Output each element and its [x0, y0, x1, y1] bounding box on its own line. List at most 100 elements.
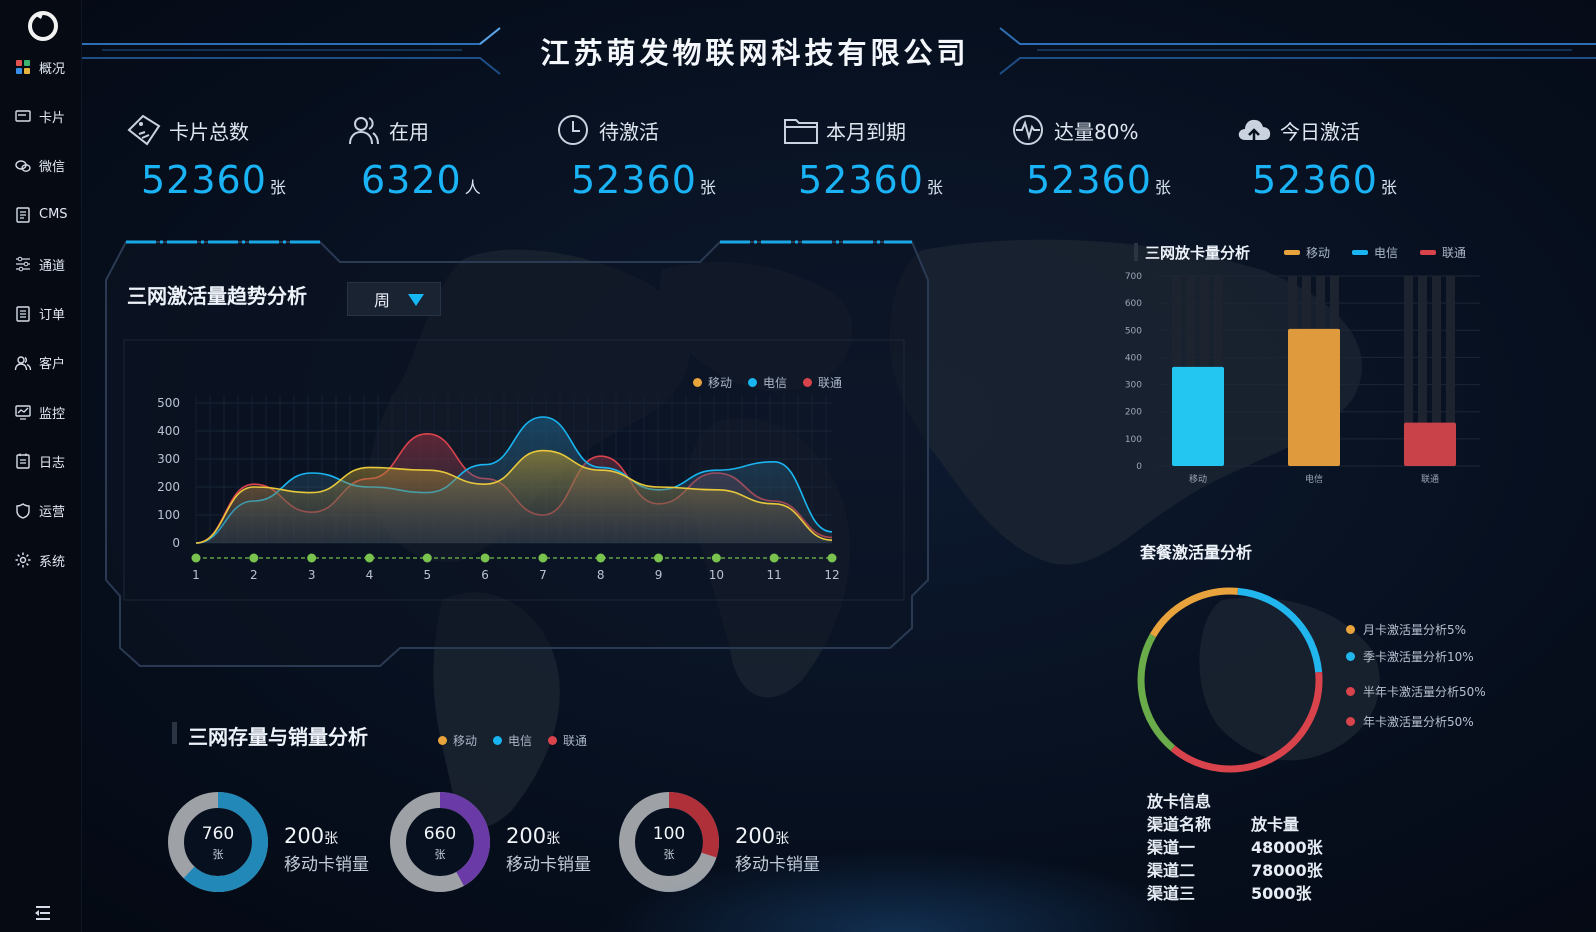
stat-value: 52360: [571, 158, 697, 202]
donut-center-value: 660: [423, 824, 457, 844]
stat-value-row: 52360 张: [1026, 158, 1210, 202]
stock-legend-mobile: 移动: [453, 734, 478, 748]
stat-unit: 人: [464, 178, 482, 197]
donut-value-row: 200张: [735, 824, 820, 848]
sidebar-item[interactable]: 卡片: [0, 101, 82, 131]
order-icon: [16, 305, 30, 322]
bar-legend-telecom: 电信: [1374, 246, 1399, 260]
sidebar-item[interactable]: 微信: [0, 151, 82, 181]
shield-icon: [16, 502, 30, 519]
bar-legend-unicom: 联通: [1442, 246, 1467, 260]
bar-panel-marker: [1134, 243, 1138, 261]
dashboard: 概况卡片微信 CMS 通道订单客户监控日志运营系统 江苏萌发物联网科技有限公司 卡片…: [0, 0, 1596, 932]
sidebar-item-label: 微信: [39, 160, 66, 176]
y-tick-label: 500: [1125, 326, 1142, 336]
y-tick-label: 600: [1125, 299, 1142, 309]
legend-dot: [1346, 652, 1355, 661]
sidebar-item[interactable]: 概况: [0, 52, 82, 82]
stat-header: 达量80%: [1010, 112, 1210, 148]
y-tick-label: 300: [1125, 381, 1142, 391]
legend-telecom: 电信: [763, 376, 788, 390]
document-icon: [16, 207, 30, 223]
sidebar-item[interactable]: 日志: [0, 446, 82, 476]
users-icon: [349, 117, 379, 145]
x-tick-label: 4: [366, 568, 374, 582]
x-tick-label: 3: [308, 568, 316, 582]
x-axis-dot: [364, 553, 374, 563]
stat-value-row: 52360 张: [571, 158, 755, 202]
bar-legend-mobile: 移动: [1306, 246, 1331, 260]
pie-legend-item: 季卡激活量分析10%: [1346, 648, 1474, 665]
x-axis-dot: [422, 553, 432, 563]
sidebar: 概况卡片微信 CMS 通道订单客户监控日志运营系统: [0, 0, 82, 932]
y-tick-label: 400: [1125, 353, 1142, 363]
stat-header: 本月到期: [782, 112, 982, 148]
pie-legend-label: 年卡激活量分析50%: [1363, 715, 1474, 729]
ring-segment: [1237, 587, 1323, 673]
sidebar-item[interactable]: 监控: [0, 397, 82, 427]
card-info-header: 渠道名称 放卡量: [1147, 813, 1323, 836]
stat-card: 今日激活 52360 张: [1236, 112, 1436, 202]
x-axis-dot: [769, 553, 779, 563]
clock-icon: [558, 115, 588, 145]
sidebar-item[interactable]: 通道: [0, 249, 82, 279]
channel-amount: 78000张: [1251, 861, 1323, 880]
card-info-title: 放卡信息: [1147, 792, 1212, 811]
sidebar-item[interactable]: 系统: [0, 545, 82, 575]
stat-value-row: 6320 人: [361, 158, 545, 202]
sidebar-item-label: 概况: [39, 61, 66, 77]
donut-unit: 张: [546, 831, 561, 847]
x-tick-label: 8: [597, 568, 605, 582]
y-tick-label: 200: [157, 480, 180, 494]
monitor-icon: [15, 405, 31, 420]
pie-legend-label: 月卡激活量分析5%: [1363, 623, 1467, 637]
stat-label: 达量80%: [1054, 119, 1139, 144]
cloud-upload-icon: [1238, 119, 1271, 144]
x-axis-dot: [249, 553, 259, 563]
x-tick-label: 移动: [1189, 473, 1207, 485]
page-title: 江苏萌发物联网科技有限公司: [540, 36, 970, 70]
period-select[interactable]: 周: [347, 282, 441, 316]
stat-header: 在用: [345, 112, 545, 148]
y-tick-label: 500: [157, 396, 180, 410]
stat-header: 今日激活: [1236, 112, 1436, 148]
menu-collapse-icon[interactable]: [34, 905, 52, 921]
stock-panel-marker: [172, 722, 177, 744]
pie-legend-label: 半年卡激活量分析50%: [1363, 685, 1486, 699]
donut-unit: 张: [324, 831, 339, 847]
stat-label: 今日激活: [1280, 119, 1360, 144]
stat-value: 52360: [1252, 158, 1378, 202]
channel-amount: 5000张: [1251, 884, 1312, 903]
sidebar-item[interactable]: CMS: [0, 200, 82, 230]
stat-header: 卡片总数: [125, 112, 325, 148]
bar-panel-title: 三网放卡量分析: [1145, 244, 1251, 262]
folder-icon: [784, 119, 818, 144]
grid-icon: [16, 60, 30, 74]
legend-bar-unicom: [1420, 250, 1437, 255]
donut-center-unit: 张: [212, 848, 224, 861]
stock-legend-dot-unicom: [548, 736, 558, 745]
donut-unit: 张: [775, 831, 790, 847]
ring-segment: [1137, 633, 1176, 751]
log-icon: [16, 453, 30, 470]
stat-value: 52360: [798, 158, 924, 202]
sidebar-item-label: 通道: [39, 258, 66, 274]
y-tick-label: 300: [157, 452, 180, 466]
x-axis-dot: [711, 553, 721, 563]
wechat-icon: [15, 159, 31, 172]
stat-label: 本月到期: [826, 119, 906, 144]
pie-legend-item: 半年卡激活量分析50%: [1346, 683, 1486, 700]
donut-value: 200: [735, 824, 776, 848]
y-tick-label: 100: [157, 508, 180, 522]
sidebar-item[interactable]: 订单: [0, 299, 82, 329]
y-tick-label: 0: [1136, 462, 1142, 472]
stat-card: 卡片总数 52360 张: [125, 112, 325, 202]
donut-value: 200: [284, 824, 325, 848]
sidebar-item[interactable]: 运营: [0, 496, 82, 526]
stat-card: 在用 6320 人: [345, 112, 545, 202]
sidebar-item[interactable]: 客户: [0, 348, 82, 378]
stock-legend: 移动 电信 联通: [438, 732, 603, 749]
channel-amount: 48000张: [1251, 838, 1323, 857]
bar-chart: 0 100 200 300 400 500 600 700 移动 电信 联通: [1125, 272, 1480, 485]
legend-dot: [1346, 625, 1355, 634]
